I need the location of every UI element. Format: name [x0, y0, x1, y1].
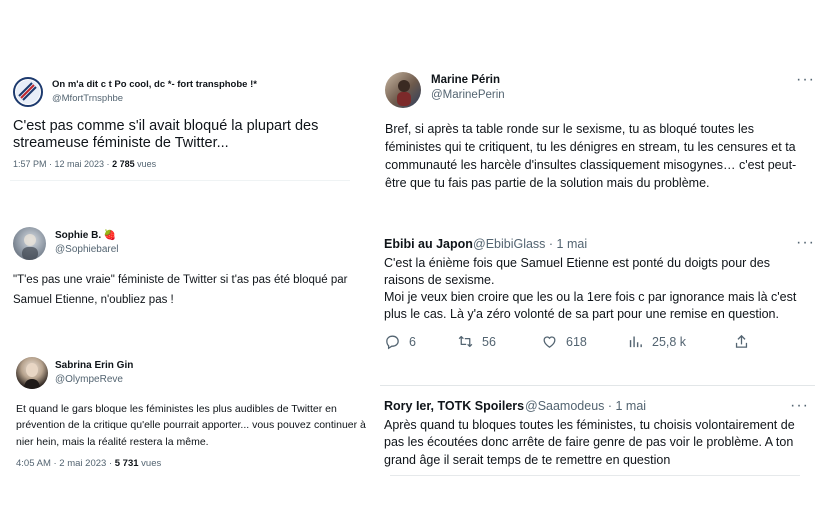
tweet-text: C'est pas comme s'il avait bloqué la plu… [13, 118, 319, 152]
person-icon [24, 363, 40, 389]
tweet-text: "T'es pas une vraie" féministe de Twitte… [13, 274, 348, 306]
display-name[interactable]: Rory Ier, TOTK Spoilers [384, 399, 524, 413]
more-options-button[interactable]: ··· [790, 398, 809, 414]
heart-icon [543, 336, 556, 348]
like-button[interactable]: 618 [541, 333, 627, 350]
tweet-timestamp[interactable]: 1:57 PM · 12 mai 2023 · 2 785 vues [13, 159, 156, 169]
tweet-timestamp[interactable]: 4:05 AM · 2 mai 2023 · 5 731 vues [16, 458, 161, 469]
tweet-text: Bref, si après ta table ronde sur le sex… [385, 122, 797, 190]
display-name[interactable]: Sabrina Erin Gin [55, 360, 133, 371]
analytics-icon [629, 336, 642, 348]
display-name[interactable]: Sophie B. 🍓 [55, 230, 116, 241]
share-icon [735, 334, 748, 348]
person-icon [397, 80, 411, 106]
retweet-button[interactable]: 56 [457, 333, 541, 350]
divider [380, 385, 815, 386]
tweet-text: C'est la énième fois que Samuel Etienne … [384, 256, 770, 288]
handle[interactable]: @MarinePerin [431, 89, 505, 101]
person-icon [22, 234, 38, 260]
reply-icon [386, 335, 399, 350]
avatar[interactable] [385, 72, 421, 108]
view-count: 5 731 [114, 458, 139, 469]
tweet-text-continued: Moi je veux bien croire que les ou la 1e… [384, 290, 797, 322]
display-name[interactable]: On m'a dit c t Po cool, dc *- fort trans… [52, 79, 257, 90]
retweet-count: 56 [482, 334, 496, 349]
display-name[interactable]: Marine Périn [431, 74, 500, 86]
avatar[interactable] [13, 227, 46, 260]
tweet-text: Et quand le gars bloque les féministes l… [16, 403, 366, 448]
views-button[interactable]: 25,8 k [627, 333, 733, 350]
view-count: 2 785 [112, 159, 135, 169]
divider [10, 180, 350, 181]
display-name[interactable]: Ebibi au Japon [384, 237, 473, 251]
reply-count: 6 [409, 334, 416, 349]
handle[interactable]: @OlympeReve [55, 374, 123, 385]
tweet-time: 4:05 AM · 2 mai 2023 · [16, 458, 115, 469]
divider [390, 475, 800, 476]
view-count: 25,8 k [652, 334, 687, 349]
more-options-button[interactable]: ··· [796, 235, 815, 251]
reply-button[interactable]: 6 [384, 333, 457, 350]
avatar[interactable] [13, 77, 43, 107]
retweet-icon [458, 335, 473, 348]
handle[interactable]: @MfortTrnsphbe [52, 93, 123, 104]
handle[interactable]: @Sophiebarel [55, 244, 119, 255]
more-options-button[interactable]: ··· [796, 72, 815, 88]
handle-and-date[interactable]: @Saamodeus · 1 mai [525, 399, 646, 413]
share-button[interactable] [733, 333, 750, 350]
tweet-text: Après quand tu bloques toutes les fémini… [384, 418, 795, 467]
handle-and-date[interactable]: @EbibiGlass · 1 mai [473, 237, 587, 251]
like-count: 618 [566, 334, 587, 349]
avatar[interactable] [16, 357, 48, 389]
tweet-time: 1:57 PM · 12 mai 2023 · [13, 159, 113, 169]
views-label: vues [134, 159, 157, 169]
tweet-actions: 6 56 618 25,8 k [384, 333, 764, 350]
three-arrows-icon [16, 80, 40, 104]
views-label: vues [138, 458, 162, 469]
